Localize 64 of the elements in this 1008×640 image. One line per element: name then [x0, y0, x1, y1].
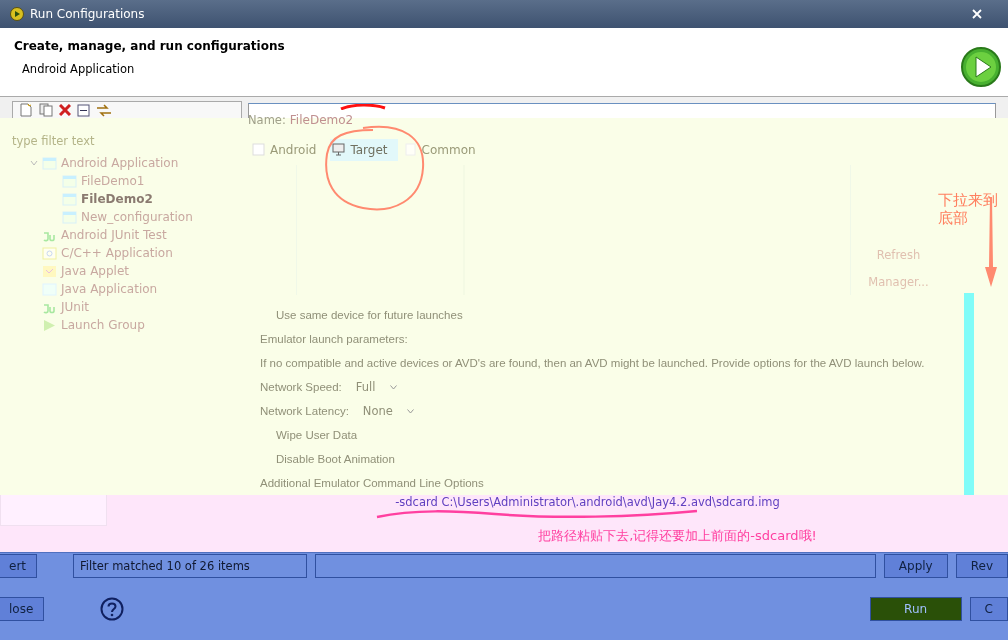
device-button[interactable]: Refresh	[876, 247, 921, 262]
tree-item[interactable]: C/C++ Application	[61, 246, 173, 260]
scrollbar[interactable]	[964, 293, 974, 495]
dialog-button[interactable]: Apply	[883, 554, 948, 578]
chevron-icon	[389, 384, 397, 390]
tree-item[interactable]: Java Applet	[61, 264, 130, 278]
annotation-text: 下拉来到底部	[938, 190, 999, 227]
field-label: Network Latency:	[260, 404, 349, 419]
header-subtitle: Android Application	[21, 62, 136, 76]
option-label[interactable]: Disable Boot Animation	[260, 447, 1008, 471]
annotation-text: 把路径粘贴下去,记得还要加上前面的-sdcard哦!	[538, 527, 817, 545]
dropdown[interactable]: Full	[355, 380, 397, 394]
copy-icon[interactable]	[39, 103, 53, 117]
dialog-button[interactable]: Run	[869, 597, 962, 621]
page-icon	[403, 143, 417, 157]
background-button[interactable]: lose	[0, 597, 45, 621]
new-document-icon[interactable]	[19, 103, 33, 117]
tree-item[interactable]: Android Application	[61, 156, 179, 170]
filter-field[interactable]: type filter text	[12, 134, 212, 148]
filter-icon[interactable]	[96, 103, 112, 117]
tree-item[interactable]: Java Application	[61, 282, 158, 296]
command-line-field[interactable]: -sdcard C:\Users\Administrator\.android\avd\Jay4.2.avd\sdcard.img	[395, 495, 780, 509]
launch-config-icon	[62, 192, 77, 206]
play-icon	[42, 318, 57, 332]
tree-item[interactable]: FileDemo1	[81, 174, 145, 188]
app-icon	[10, 7, 24, 21]
window-title: Run Configurations	[30, 7, 145, 21]
background-button[interactable]: ert	[0, 554, 38, 578]
device-button[interactable]: Manager...	[868, 274, 929, 289]
tab[interactable]: Android	[250, 139, 327, 161]
window-icon	[252, 143, 265, 157]
play-icon	[960, 46, 1002, 88]
tree-item[interactable]: Launch Group	[61, 318, 145, 332]
tree-item[interactable]: Android JUnit Test	[61, 228, 167, 242]
tree-item[interactable]: JUnit	[61, 300, 89, 314]
description-text: If no compatible and active devices or AVD's are found, then an AVD might be launched. Provide options for the AVD launch below.	[260, 356, 926, 371]
chevron-icon	[406, 408, 414, 414]
tree-item[interactable]: New_configuration	[81, 210, 193, 224]
tree-item[interactable]: FileDemo2	[81, 192, 153, 206]
monitor-icon	[332, 143, 346, 157]
option-label[interactable]: Wipe User Data	[260, 423, 1008, 447]
tab[interactable]: Target	[330, 139, 398, 161]
status-text: Filter matched 10 of 26 items	[73, 554, 308, 578]
launch-config-icon	[42, 156, 57, 170]
tab[interactable]: Common	[401, 139, 486, 161]
option-label[interactable]: Use same device for future launches	[260, 303, 1008, 327]
c-file-icon	[42, 246, 57, 260]
dropdown[interactable]: None	[362, 404, 414, 418]
name-field[interactable]: FileDemo2	[289, 112, 354, 127]
close-icon[interactable]	[972, 9, 982, 19]
launch-config-icon	[62, 210, 77, 224]
delete-icon[interactable]	[59, 104, 71, 116]
collapse-icon[interactable]	[77, 103, 90, 117]
header-title: Create, manage, and run configurations	[14, 39, 285, 53]
applet-icon	[42, 264, 57, 278]
dialog-button[interactable]: C	[969, 597, 1008, 621]
launch-config-icon	[62, 174, 77, 188]
scribble-mark	[339, 104, 387, 110]
help-icon[interactable]	[100, 597, 125, 621]
dialog-button[interactable]: Rev	[955, 554, 1008, 578]
section-label: Emulator launch parameters:	[260, 332, 409, 347]
name-label: Name:	[248, 112, 286, 127]
section-label: Additional Emulator Command Line Options	[260, 476, 485, 491]
field-label: Network Speed:	[260, 380, 342, 395]
